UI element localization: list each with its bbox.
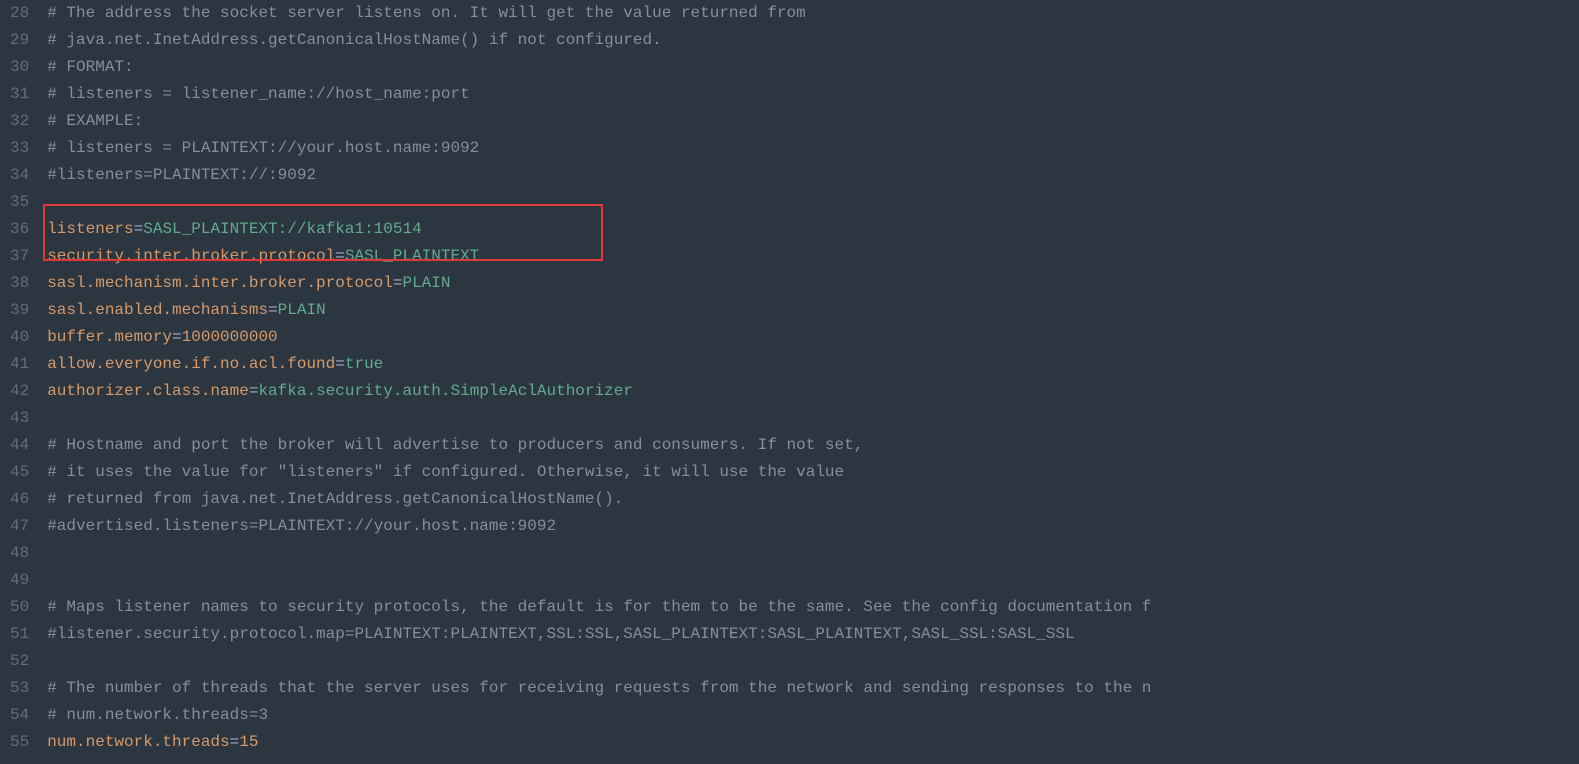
code-line[interactable]: # EXAMPLE: xyxy=(47,108,1579,135)
code-line[interactable]: # listeners = PLAINTEXT://your.host.name… xyxy=(47,135,1579,162)
code-token: # The address the socket server listens … xyxy=(47,4,806,22)
code-line[interactable] xyxy=(47,567,1579,594)
line-number: 35 xyxy=(10,189,29,216)
code-token: # listeners = PLAINTEXT://your.host.name… xyxy=(47,139,479,157)
line-number: 28 xyxy=(10,0,29,27)
line-number: 45 xyxy=(10,459,29,486)
code-token: authorizer.class.name xyxy=(47,382,249,400)
code-line[interactable]: # java.net.InetAddress.getCanonicalHostN… xyxy=(47,27,1579,54)
code-line[interactable]: num.network.threads=15 xyxy=(47,729,1579,756)
code-line[interactable]: authorizer.class.name=kafka.security.aut… xyxy=(47,378,1579,405)
code-token: = xyxy=(172,328,182,346)
code-area[interactable]: # The address the socket server listens … xyxy=(47,0,1579,756)
code-token: = xyxy=(249,382,259,400)
line-number: 52 xyxy=(10,648,29,675)
code-line[interactable]: sasl.enabled.mechanisms=PLAIN xyxy=(47,297,1579,324)
code-token: # it uses the value for "listeners" if c… xyxy=(47,463,844,481)
line-number: 33 xyxy=(10,135,29,162)
code-line[interactable]: #listener.security.protocol.map=PLAINTEX… xyxy=(47,621,1579,648)
code-token: sasl.enabled.mechanisms xyxy=(47,301,268,319)
line-number: 30 xyxy=(10,54,29,81)
code-token: = xyxy=(268,301,278,319)
code-token: = xyxy=(335,355,345,373)
code-token: 1000000000 xyxy=(182,328,278,346)
line-number: 29 xyxy=(10,27,29,54)
line-number: 47 xyxy=(10,513,29,540)
line-number: 50 xyxy=(10,594,29,621)
line-number: 49 xyxy=(10,567,29,594)
line-number: 43 xyxy=(10,405,29,432)
code-token: #listeners=PLAINTEXT://:9092 xyxy=(47,166,316,184)
code-token: # The number of threads that the server … xyxy=(47,679,1151,697)
code-token: # num.network.threads=3 xyxy=(47,706,268,724)
line-number: 32 xyxy=(10,108,29,135)
code-token: = xyxy=(230,733,240,751)
code-token: #advertised.listeners=PLAINTEXT://your.h… xyxy=(47,517,556,535)
line-number-gutter: 2829303132333435363738394041424344454647… xyxy=(0,0,47,756)
code-line[interactable] xyxy=(47,648,1579,675)
line-number: 44 xyxy=(10,432,29,459)
line-number: 54 xyxy=(10,702,29,729)
line-number: 40 xyxy=(10,324,29,351)
code-token: listeners xyxy=(47,220,133,238)
code-token: num.network.threads xyxy=(47,733,229,751)
code-line[interactable]: #advertised.listeners=PLAINTEXT://your.h… xyxy=(47,513,1579,540)
code-line[interactable]: allow.everyone.if.no.acl.found=true xyxy=(47,351,1579,378)
code-token: # java.net.InetAddress.getCanonicalHostN… xyxy=(47,31,662,49)
code-token: buffer.memory xyxy=(47,328,172,346)
code-token: sasl.mechanism.inter.broker.protocol xyxy=(47,274,393,292)
code-token: # returned from java.net.InetAddress.get… xyxy=(47,490,623,508)
line-number: 31 xyxy=(10,81,29,108)
code-line[interactable]: # Maps listener names to security protoc… xyxy=(47,594,1579,621)
code-line[interactable]: listeners=SASL_PLAINTEXT://kafka1:10514 xyxy=(47,216,1579,243)
code-token: SASL_PLAINTEXT://kafka1:10514 xyxy=(143,220,421,238)
code-line[interactable] xyxy=(47,189,1579,216)
line-number: 39 xyxy=(10,297,29,324)
line-number: 51 xyxy=(10,621,29,648)
line-number: 41 xyxy=(10,351,29,378)
code-line[interactable]: # it uses the value for "listeners" if c… xyxy=(47,459,1579,486)
line-number: 38 xyxy=(10,270,29,297)
code-editor[interactable]: 2829303132333435363738394041424344454647… xyxy=(0,0,1579,756)
code-token: 15 xyxy=(239,733,258,751)
code-token: true xyxy=(345,355,383,373)
code-token: security.inter.broker.protocol xyxy=(47,247,335,265)
line-number: 55 xyxy=(10,729,29,756)
code-token: # listeners = listener_name://host_name:… xyxy=(47,85,469,103)
code-token: allow.everyone.if.no.acl.found xyxy=(47,355,335,373)
code-token: #listener.security.protocol.map=PLAINTEX… xyxy=(47,625,1074,643)
code-line[interactable]: #listeners=PLAINTEXT://:9092 xyxy=(47,162,1579,189)
code-line[interactable]: # num.network.threads=3 xyxy=(47,702,1579,729)
code-token: SASL_PLAINTEXT xyxy=(345,247,479,265)
code-line[interactable] xyxy=(47,405,1579,432)
code-token: PLAIN xyxy=(402,274,450,292)
code-token: # FORMAT: xyxy=(47,58,133,76)
line-number: 42 xyxy=(10,378,29,405)
line-number: 36 xyxy=(10,216,29,243)
code-line[interactable]: sasl.mechanism.inter.broker.protocol=PLA… xyxy=(47,270,1579,297)
code-line[interactable]: buffer.memory=1000000000 xyxy=(47,324,1579,351)
code-token: # Maps listener names to security protoc… xyxy=(47,598,1151,616)
code-token: kafka.security.auth.SimpleAclAuthorizer xyxy=(258,382,632,400)
code-line[interactable]: # Hostname and port the broker will adve… xyxy=(47,432,1579,459)
code-line[interactable]: security.inter.broker.protocol=SASL_PLAI… xyxy=(47,243,1579,270)
code-line[interactable]: # listeners = listener_name://host_name:… xyxy=(47,81,1579,108)
line-number: 34 xyxy=(10,162,29,189)
code-line[interactable]: # FORMAT: xyxy=(47,54,1579,81)
line-number: 37 xyxy=(10,243,29,270)
code-line[interactable]: # returned from java.net.InetAddress.get… xyxy=(47,486,1579,513)
code-token: PLAIN xyxy=(278,301,326,319)
code-token: # Hostname and port the broker will adve… xyxy=(47,436,863,454)
code-token: = xyxy=(335,247,345,265)
line-number: 48 xyxy=(10,540,29,567)
code-token: = xyxy=(134,220,144,238)
line-number: 46 xyxy=(10,486,29,513)
line-number: 53 xyxy=(10,675,29,702)
code-line[interactable]: # The number of threads that the server … xyxy=(47,675,1579,702)
code-token: # EXAMPLE: xyxy=(47,112,143,130)
code-line[interactable]: # The address the socket server listens … xyxy=(47,0,1579,27)
code-line[interactable] xyxy=(47,540,1579,567)
